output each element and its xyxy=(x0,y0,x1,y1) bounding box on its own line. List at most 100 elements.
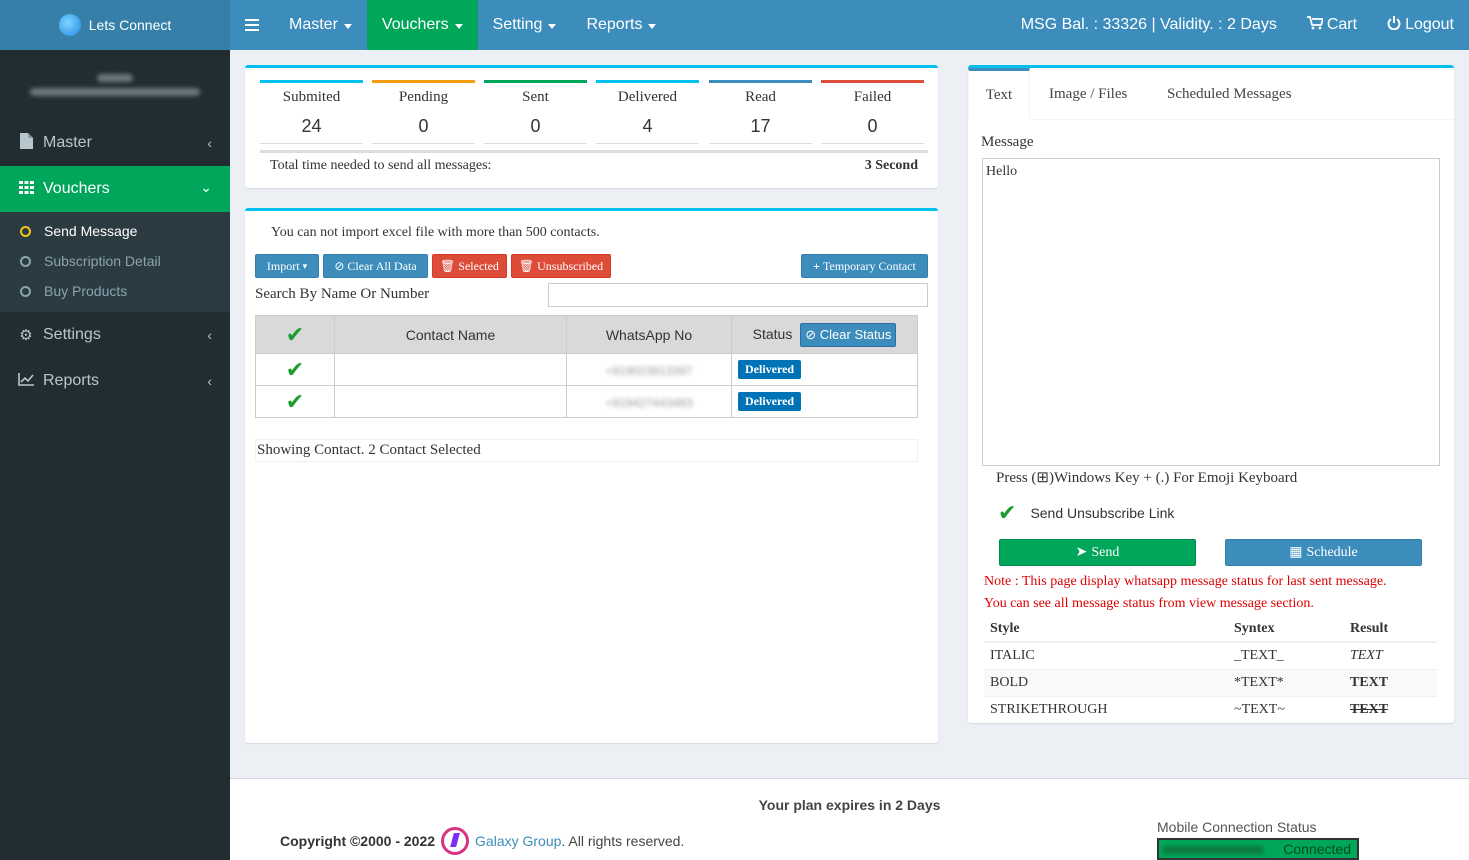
stat-failed: Failed 0 xyxy=(821,80,924,144)
submenu-label: Buy Products xyxy=(44,283,128,299)
import-button[interactable]: Import ▾ xyxy=(255,254,319,278)
sidebar-item-send-message[interactable]: Send Message xyxy=(0,216,230,246)
message-stats-panel: Submited 24 Pending 0 Sent 0 Delivered 4… xyxy=(245,65,938,188)
sidebar-item-label: Reports xyxy=(43,372,100,389)
galaxy-logo-icon xyxy=(441,827,470,855)
trash-icon: 🗑 xyxy=(518,258,535,273)
clear-all-data-button[interactable]: ⊘ Clear All Data xyxy=(323,254,428,278)
schedule-button[interactable]: ▦ Schedule xyxy=(1225,539,1422,566)
sidebar-item-master[interactable]: Master ‹ xyxy=(0,120,230,166)
tab-text[interactable]: Text xyxy=(968,68,1030,120)
grid-icon xyxy=(17,180,35,198)
column-status: Status ⊘ Clear Status xyxy=(731,315,918,354)
file-icon xyxy=(17,133,35,153)
column-contact-name: Contact Name xyxy=(334,315,567,354)
search-label: Search By Name Or Number xyxy=(255,286,430,302)
ban-icon: ⊘ xyxy=(334,258,345,273)
row-checkbox[interactable]: ✔ xyxy=(255,353,335,386)
result-strikethrough: TEXT xyxy=(1350,701,1389,717)
table-header-row: ✔ Contact Name WhatsApp No Status ⊘ Clea… xyxy=(255,315,918,354)
stat-label: Submited xyxy=(260,80,363,110)
chat-bubble-icon xyxy=(58,14,81,36)
whatsapp-number: +919023913397 xyxy=(605,363,693,378)
mobile-connection-label: Mobile Connection Status xyxy=(1157,819,1317,835)
note-line-1: Note : This page display whatsapp messag… xyxy=(984,574,1387,589)
row-checkbox[interactable]: ✔ xyxy=(255,385,335,418)
checkmark-icon: ✔ xyxy=(285,321,305,347)
cart-link[interactable]: Cart xyxy=(1292,0,1372,50)
send-label: Send xyxy=(1091,544,1120,560)
checkmark-icon: ✔ xyxy=(285,388,305,414)
stat-value: 0 xyxy=(821,110,924,144)
contacts-table: ✔ Contact Name WhatsApp No Status ⊘ Clea… xyxy=(255,315,918,418)
delete-unsubscribed-button[interactable]: 🗑 Unsubscribed xyxy=(511,254,611,278)
contact-name-cell xyxy=(334,353,567,386)
footer: Your plan expires in 2 Days Copyright ©2… xyxy=(230,778,1469,860)
nav-setting-label: Setting xyxy=(492,16,543,33)
send-button[interactable]: ➤ Send xyxy=(999,539,1196,566)
contact-name-cell xyxy=(334,385,567,418)
syntax-cell: ~TEXT~ xyxy=(1228,695,1344,723)
stat-label: Read xyxy=(709,80,812,110)
chevron-left-icon: ‹ xyxy=(207,327,212,343)
sidebar-item-subscription-detail[interactable]: Subscription Detail xyxy=(0,246,230,276)
top-navbar: Master Vouchers Setting Reports MSG Bal.… xyxy=(230,0,1469,50)
user-panel xyxy=(0,50,230,120)
sidebar-item-label: Master xyxy=(43,134,92,151)
total-time-label: Total time needed to send all messages: xyxy=(270,158,492,173)
sidebar-item-reports[interactable]: Reports ‹ xyxy=(0,358,230,404)
result-cell: TEXT xyxy=(1344,668,1437,696)
import-label: Import xyxy=(266,258,300,273)
clear-status-button[interactable]: ⊘ Clear Status xyxy=(800,322,897,347)
delete-selected-button[interactable]: 🗑 Selected xyxy=(432,254,507,278)
nav-reports-label: Reports xyxy=(586,16,643,33)
circle-icon xyxy=(20,255,31,267)
checkmark-icon: ✔ xyxy=(998,500,1017,525)
import-limit-warning: You can not import excel file with more … xyxy=(271,225,600,240)
nav-reports[interactable]: Reports xyxy=(571,0,671,50)
contacts-panel: You can not import excel file with more … xyxy=(245,208,938,743)
brand-logo[interactable]: Lets Connect xyxy=(0,0,230,50)
emoji-keyboard-hint: Press (⊞)Windows Key + (.) For Emoji Key… xyxy=(996,470,1298,486)
chevron-left-icon: ‹ xyxy=(207,373,212,389)
logout-link[interactable]: Logout xyxy=(1372,0,1469,50)
stat-label: Sent xyxy=(484,80,587,110)
sidebar-item-buy-products[interactable]: Buy Products xyxy=(0,276,230,306)
tab-scheduled-messages[interactable]: Scheduled Messages xyxy=(1167,68,1292,120)
message-panel: Text Image / Files Scheduled Messages Me… xyxy=(968,65,1454,723)
unsubscribe-link-checkbox[interactable]: ✔ Send Unsubscribe Link xyxy=(998,500,1174,526)
selected-label: Selected xyxy=(458,258,499,273)
caret-down-icon xyxy=(648,23,657,29)
stat-value: 0 xyxy=(484,110,587,144)
nav-master[interactable]: Master xyxy=(274,0,367,50)
stat-value: 0 xyxy=(372,110,475,144)
note-line-2: You can see all message status from view… xyxy=(984,596,1314,611)
message-tabs: Text Image / Files Scheduled Messages xyxy=(968,68,1454,120)
select-all-checkbox[interactable]: ✔ xyxy=(255,315,335,354)
caret-down-icon xyxy=(343,23,352,29)
message-textarea[interactable]: Hello xyxy=(982,158,1440,466)
clear-status-label: Clear Status xyxy=(819,326,892,342)
chevron-down-icon: ⌄ xyxy=(200,179,212,195)
sidebar-item-settings[interactable]: ⚙ Settings ‹ xyxy=(0,312,230,358)
stat-value: 17 xyxy=(709,110,812,144)
stat-pending: Pending 0 xyxy=(372,80,475,144)
temporary-contact-button[interactable]: + Temporary Contact xyxy=(801,254,928,278)
connected-label: Connected xyxy=(1283,841,1351,857)
search-input[interactable] xyxy=(548,283,928,307)
result-italic: TEXT xyxy=(1350,647,1383,663)
plan-expiry-notice: Your plan expires in 2 Days xyxy=(758,797,941,813)
nav-vouchers[interactable]: Vouchers xyxy=(366,0,478,50)
tab-image-files[interactable]: Image / Files xyxy=(1049,68,1127,120)
hamburger-menu-icon[interactable] xyxy=(230,0,274,50)
style-cell: ITALIC xyxy=(984,641,1228,669)
logout-label: Logout xyxy=(1405,16,1454,33)
power-icon xyxy=(1387,15,1401,35)
sidebar-item-vouchers[interactable]: Vouchers ⌄ xyxy=(0,166,230,212)
company-link[interactable]: Galaxy Group xyxy=(475,833,561,849)
stat-value: 4 xyxy=(596,110,699,144)
table-row: STRIKETHROUGH ~TEXT~ TEXT xyxy=(984,695,1437,723)
result-bold: TEXT xyxy=(1350,674,1389,690)
nav-setting[interactable]: Setting xyxy=(478,0,572,50)
stat-label: Pending xyxy=(372,80,475,110)
